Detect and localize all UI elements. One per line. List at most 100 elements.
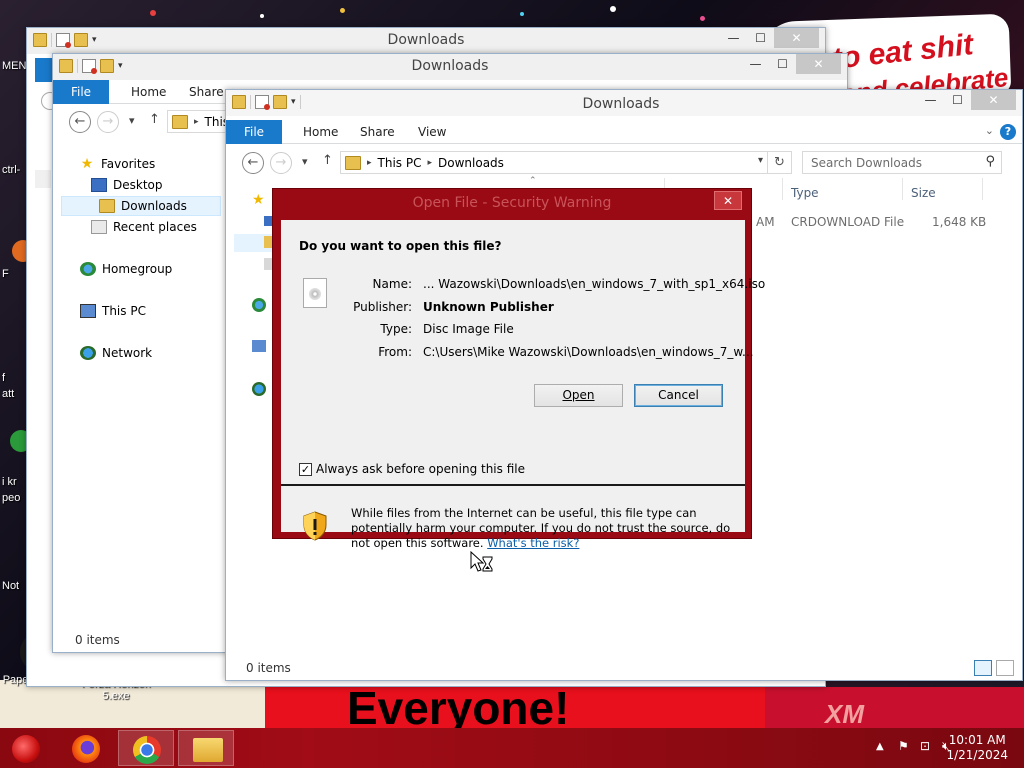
- item-count: 0 items: [75, 633, 120, 647]
- nav-network[interactable]: Network: [53, 343, 221, 363]
- open-button[interactable]: Open: [534, 384, 623, 407]
- warning-shield-icon: [303, 511, 327, 541]
- address-bar[interactable]: ▸ This PC ▸ Downloads ▾ ↻: [340, 151, 792, 174]
- back-button[interactable]: ←: [242, 152, 264, 174]
- computer-icon[interactable]: [252, 340, 266, 352]
- nav-label: Downloads: [121, 199, 187, 213]
- nav-favorites[interactable]: ★ Favorites: [53, 154, 221, 174]
- minimize-button[interactable]: —: [742, 54, 769, 74]
- forward-button[interactable]: →: [97, 111, 119, 133]
- action-center-flag-icon[interactable]: ⚑: [898, 739, 909, 753]
- security-warning-dialog[interactable]: Open File - Security Warning ✕ Do you wa…: [272, 188, 765, 550]
- ribbon-tab-home[interactable]: Home: [131, 80, 166, 104]
- close-button[interactable]: ✕: [971, 90, 1016, 110]
- breadcrumb-this-pc[interactable]: This PC: [378, 156, 422, 170]
- column-separator[interactable]: [902, 178, 903, 200]
- recent-locations-icon[interactable]: ▾: [302, 155, 308, 168]
- recent-locations-icon[interactable]: ▾: [129, 114, 135, 127]
- file-date-cell[interactable]: AM: [756, 215, 775, 229]
- desktop-icon-label[interactable]: i kr: [2, 476, 17, 488]
- help-icon[interactable]: ?: [1000, 124, 1016, 140]
- network-tray-icon[interactable]: ⊡: [920, 739, 930, 753]
- nav-this-pc[interactable]: This PC: [53, 301, 221, 321]
- ribbon-tab-file[interactable]: File: [53, 80, 109, 104]
- close-button[interactable]: ✕: [774, 28, 819, 48]
- desktop-icon-label[interactable]: Not: [2, 580, 19, 592]
- nav-desktop[interactable]: Desktop: [53, 175, 221, 195]
- warning-text: While files from the Internet can be use…: [351, 506, 731, 551]
- breadcrumb-arrow-icon: ▸: [427, 157, 433, 168]
- title-bar[interactable]: ▾ Downloads — ☐ ✕: [27, 28, 825, 54]
- desktop-icon-label[interactable]: f: [2, 372, 5, 384]
- file-size-cell[interactable]: 1,648 KB: [932, 215, 986, 229]
- taskbar-file-explorer[interactable]: [178, 730, 234, 766]
- taskbar-clock[interactable]: 10:01 AM 1/21/2024: [946, 733, 1008, 763]
- caption-buttons: — ☐ ✕: [917, 90, 1016, 110]
- forward-button[interactable]: →: [270, 152, 292, 174]
- up-button[interactable]: ↑: [149, 112, 160, 127]
- checkbox-box[interactable]: ✓: [299, 462, 312, 476]
- back-button[interactable]: ←: [69, 111, 91, 133]
- expand-ribbon-icon[interactable]: ⌄: [985, 124, 994, 137]
- search-input[interactable]: Search Downloads ⚲: [802, 151, 1002, 174]
- status-bar: 0 items: [226, 656, 1022, 680]
- maximize-button[interactable]: ☐: [944, 90, 971, 110]
- taskbar-firefox[interactable]: [58, 730, 114, 766]
- column-header-type[interactable]: Type: [791, 186, 819, 200]
- favorites-star-icon[interactable]: ★: [252, 192, 265, 208]
- desktop-icon-label[interactable]: MEN: [2, 60, 26, 72]
- file-type-cell[interactable]: CRDOWNLOAD File: [791, 215, 904, 229]
- sort-arrow-icon: ⌃: [529, 176, 537, 186]
- close-button[interactable]: ✕: [796, 54, 841, 74]
- desktop-icon-label[interactable]: F: [2, 268, 9, 280]
- minimize-button[interactable]: —: [917, 90, 944, 110]
- homegroup-icon[interactable]: [252, 298, 266, 312]
- desktop-icon-label[interactable]: ctrl-: [2, 164, 20, 176]
- desktop-icon-label[interactable]: att: [2, 388, 14, 400]
- busy-cursor-icon: [470, 551, 493, 572]
- nav-downloads[interactable]: Downloads: [61, 196, 221, 216]
- large-icons-view-icon[interactable]: [996, 660, 1014, 676]
- maximize-button[interactable]: ☐: [747, 28, 774, 48]
- ribbon-tab-share[interactable]: Share: [189, 80, 224, 104]
- dialog-close-button[interactable]: ✕: [714, 191, 742, 210]
- nav-homegroup[interactable]: Homegroup: [53, 259, 221, 279]
- homegroup-icon: [80, 262, 96, 276]
- column-header-size[interactable]: Size: [911, 186, 936, 200]
- ribbon-tab-file[interactable]: File: [226, 120, 282, 144]
- properties-icon[interactable]: [255, 95, 270, 110]
- start-button[interactable]: [0, 730, 52, 766]
- maximize-button[interactable]: ☐: [769, 54, 796, 74]
- up-button[interactable]: ↑: [322, 153, 333, 168]
- title-bar[interactable]: ▾ Downloads — ☐ ✕: [226, 90, 1022, 116]
- minimize-button[interactable]: —: [720, 28, 747, 48]
- network-icon[interactable]: [252, 382, 266, 396]
- refresh-icon[interactable]: ↻: [767, 152, 791, 173]
- always-ask-checkbox[interactable]: ✓ Always ask before opening this file: [299, 462, 525, 476]
- taskbar-chrome[interactable]: [118, 730, 174, 766]
- separator: [250, 95, 251, 109]
- new-folder-icon[interactable]: [273, 95, 287, 109]
- ribbon-tab-view[interactable]: View: [418, 120, 446, 144]
- whats-the-risk-link[interactable]: What's the risk?: [487, 536, 579, 550]
- recent-places-icon: [91, 220, 107, 234]
- search-icon[interactable]: ⚲: [985, 154, 995, 169]
- title-bar[interactable]: ▾ Downloads — ☐ ✕: [53, 54, 847, 80]
- nav-recent-places[interactable]: Recent places: [53, 217, 221, 237]
- breadcrumb-downloads[interactable]: Downloads: [438, 156, 504, 170]
- ribbon-tab-share[interactable]: Share: [360, 120, 395, 144]
- taskbar: ▲ ⚑ ⊡ 🔇︎ 10:01 AM 1/21/2024: [0, 728, 1024, 768]
- checkbox-label[interactable]: Always ask before opening this file: [316, 462, 525, 476]
- chevron-down-icon[interactable]: ▾: [291, 97, 296, 107]
- details-view-icon[interactable]: [974, 660, 992, 676]
- cancel-button[interactable]: Cancel: [634, 384, 723, 407]
- column-separator[interactable]: [782, 178, 783, 200]
- desktop-icon-label[interactable]: peo: [2, 492, 20, 504]
- downloads-folder-icon: [99, 199, 115, 213]
- show-hidden-icons-icon[interactable]: ▲: [876, 741, 884, 752]
- column-separator[interactable]: [982, 178, 983, 200]
- field-label: Publisher:: [353, 300, 412, 314]
- ribbon-tab-home[interactable]: Home: [303, 120, 338, 144]
- chevron-down-icon[interactable]: ▾: [758, 155, 763, 166]
- file-tab-edge[interactable]: [35, 58, 53, 82]
